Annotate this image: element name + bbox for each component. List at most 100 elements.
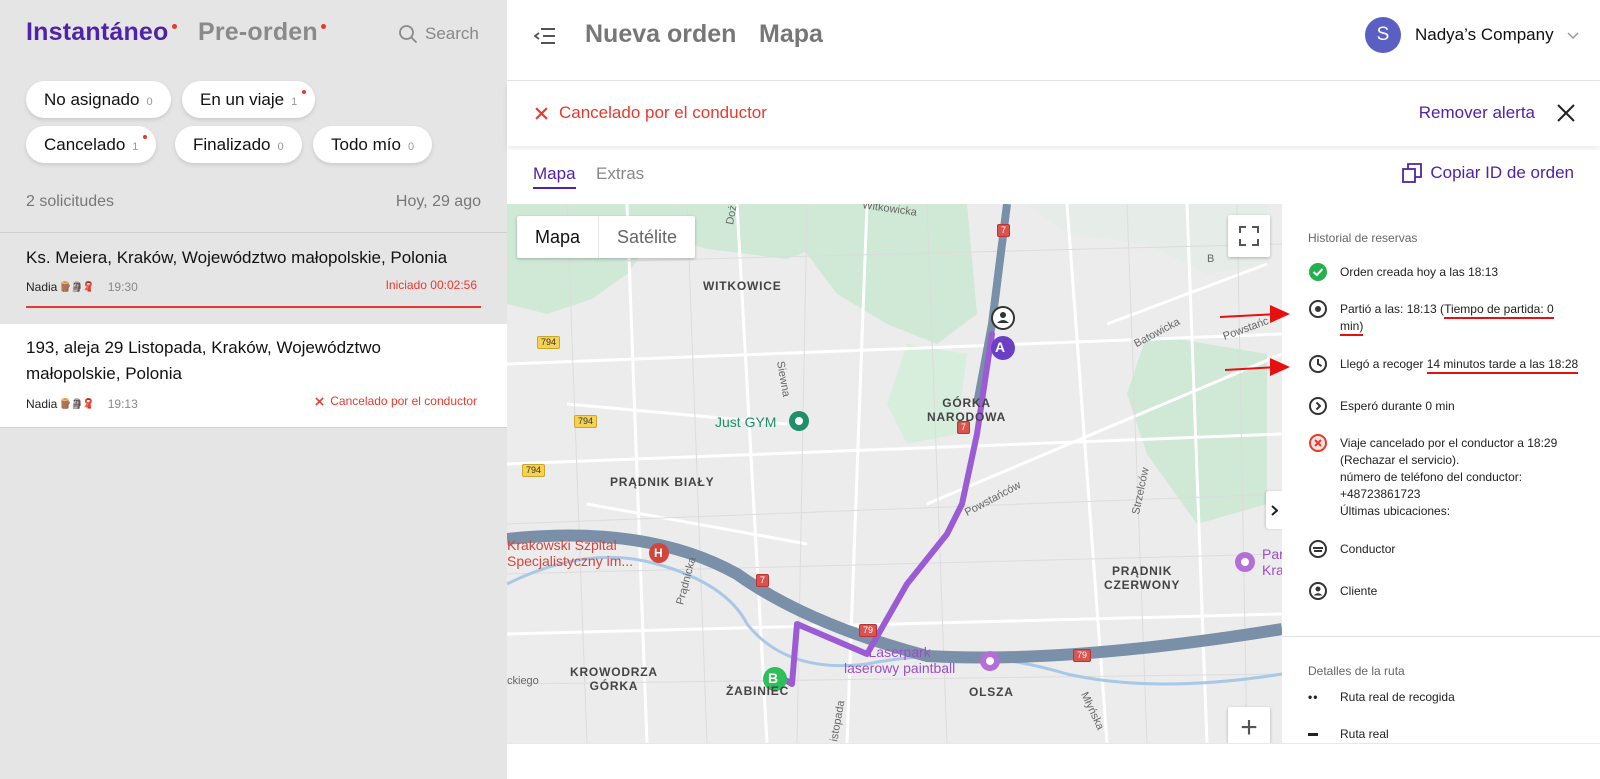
close-icon (315, 396, 324, 406)
road-shield: 794 (522, 464, 546, 477)
order-status: Iniciado 00:02:56 (385, 278, 477, 292)
copy-order-id-button[interactable]: Copiar ID de orden (1402, 163, 1574, 183)
close-icon[interactable] (1556, 103, 1576, 123)
divider (1282, 636, 1600, 637)
chip-finished[interactable]: Finalizado 0 (175, 126, 302, 163)
notification-dot (171, 24, 177, 29)
menu-collapse-icon[interactable] (534, 26, 556, 46)
chip-unassigned[interactable]: No asignado 0 (26, 81, 171, 118)
route-legend-label: Ruta real (1340, 727, 1389, 741)
map-label: OLSZA (969, 685, 1014, 699)
poi-label[interactable]: Just GYM (715, 414, 776, 430)
check-circle-icon (1309, 263, 1327, 281)
driver-name: Nadia (26, 280, 58, 294)
history-text: Conductor (1340, 542, 1396, 556)
road-shield: 7 (756, 574, 770, 587)
history-text: Esperó durante 0 min (1340, 399, 1455, 413)
chevron-down-icon[interactable] (1567, 32, 1579, 40)
chip-count: 1 (291, 89, 307, 108)
top-header: Nueva orden Mapa S Nadya’s Company (507, 0, 1600, 81)
chip-count: 0 (407, 140, 415, 153)
street-label: ckiego (507, 675, 539, 687)
dotted-line-icon: •• (1308, 690, 1319, 704)
tab-preorder[interactable]: Pre-orden (198, 18, 326, 47)
poi-label[interactable]: Laserpark laserowy paintball (844, 644, 955, 676)
history-item: Llegó a recoger 14 minutos tarde a las 1… (1308, 355, 1588, 374)
chip-label: Cancelado (44, 134, 126, 154)
alert-message: Cancelado por el conductor (559, 103, 767, 122)
panel-toggle-button[interactable] (1266, 491, 1282, 529)
requests-date: Hoy, 29 ago (395, 193, 481, 210)
chip-count: 0 (146, 95, 153, 108)
marker-a[interactable]: A (995, 340, 1006, 354)
notification-dot (143, 134, 148, 139)
order-status-label: Cancelado por el conductor (330, 394, 477, 408)
search-icon (399, 25, 417, 43)
clock-icon (1309, 355, 1327, 373)
order-item[interactable]: 193, aleja 29 Listopada, Kraków, Wojewód… (0, 324, 507, 428)
tab-preorder-label: Pre-orden (198, 18, 318, 46)
driver-name: Nadia (26, 397, 58, 411)
order-progress-bar (26, 306, 481, 308)
history-text: Partió a las: 18:13 (Tiempo de partida: … (1340, 301, 1554, 336)
driver-flags: 🪵🗿🧣 (59, 398, 94, 410)
tab-map[interactable]: Mapa (533, 164, 576, 189)
search-button[interactable]: Search (398, 24, 479, 44)
order-status: Cancelado por el conductor (315, 394, 477, 408)
route-legend-label: Ruta real de recogida (1340, 690, 1455, 704)
history-item: Viaje cancelado por el conductor a 18:29… (1308, 434, 1588, 520)
alert-bar: Cancelado por el conductor Remover alert… (507, 82, 1600, 146)
history-item[interactable]: Conductor (1308, 540, 1588, 559)
map-title: Mapa (759, 20, 823, 48)
tab-instant[interactable]: Instantáneo (26, 18, 177, 47)
chevron-circle-icon (1309, 397, 1327, 415)
remove-alert-button[interactable]: Remover alerta (1419, 103, 1535, 123)
order-address: 193, aleja 29 Listopada, Kraków, Wojewód… (26, 338, 382, 383)
road-shield: 794 (574, 415, 598, 428)
history-text: Viaje cancelado por el conductor a 18:29… (1340, 436, 1558, 518)
close-icon (535, 107, 548, 120)
history-item: Partió a las: 18:13 (Tiempo de partida: … (1308, 300, 1588, 336)
history-text: Cliente (1340, 584, 1378, 598)
poi-label[interactable]: Par Kra (1262, 546, 1282, 578)
company-name[interactable]: Nadya’s Company (1415, 25, 1554, 45)
chip-count: 0 (277, 140, 284, 153)
map-type-map-button[interactable]: Mapa (517, 216, 600, 258)
requests-count: 2 solicitudes (26, 193, 115, 210)
road-shield: 7 (957, 421, 971, 434)
hospital-icon: H (654, 546, 664, 560)
order-meta: Nadia 🪵🗿🧣 19:13 (26, 397, 138, 411)
avatar[interactable]: S (1365, 17, 1401, 53)
marker-b[interactable]: B (768, 671, 779, 685)
fullscreen-icon (1239, 226, 1259, 246)
route-legend-item: •• Ruta real de recogida (1308, 690, 1455, 704)
road-shield: 79 (859, 624, 878, 637)
fullscreen-button[interactable] (1228, 215, 1270, 257)
zoom-in-button[interactable]: + (1228, 707, 1270, 743)
order-time: 19:13 (107, 397, 138, 411)
new-order-title[interactable]: Nueva orden (585, 20, 736, 49)
notification-dot (320, 24, 326, 29)
history-item: Esperó durante 0 min (1308, 397, 1588, 416)
order-item[interactable]: Ks. Meiera, Kraków, Województwo małopols… (0, 233, 507, 323)
map-type-satellite-button[interactable]: Satélite (599, 216, 695, 258)
copy-order-id-label: Copiar ID de orden (1430, 163, 1574, 182)
search-label: Search (425, 24, 479, 43)
orders-panel: Instantáneo Pre-orden Search No asignado… (0, 0, 507, 779)
history-item[interactable]: Cliente (1308, 582, 1588, 601)
detail-tabs: Mapa Extras Copiar ID de orden (507, 150, 1600, 204)
history-text: Llegó a recoger 14 minutos tarde a las 1… (1340, 356, 1579, 374)
chip-on-trip[interactable]: En un viaje 1 (182, 81, 316, 118)
chip-label: En un viaje (200, 89, 285, 109)
map-label: PRĄDNIK BIAŁY (610, 475, 715, 489)
chip-all-mine[interactable]: Todo mío 0 (313, 126, 433, 163)
street-label: B (1207, 253, 1215, 265)
chip-cancelled[interactable]: Cancelado 1 (26, 126, 157, 163)
poi-label[interactable]: Krakowski Szpital Specjalistyczny im... (507, 537, 633, 569)
chip-label: No asignado (44, 89, 140, 109)
map-view[interactable]: A B H WITKOWICE GÓRKA NARODOWA PRĄDNIK B… (507, 204, 1282, 743)
road-shield: 7 (997, 224, 1011, 237)
map-label: GÓRKA NARODOWA (927, 396, 1007, 424)
booking-history-panel: Historial de reservas Orden creada hoy a… (1282, 204, 1600, 743)
tab-extras[interactable]: Extras (596, 164, 644, 184)
